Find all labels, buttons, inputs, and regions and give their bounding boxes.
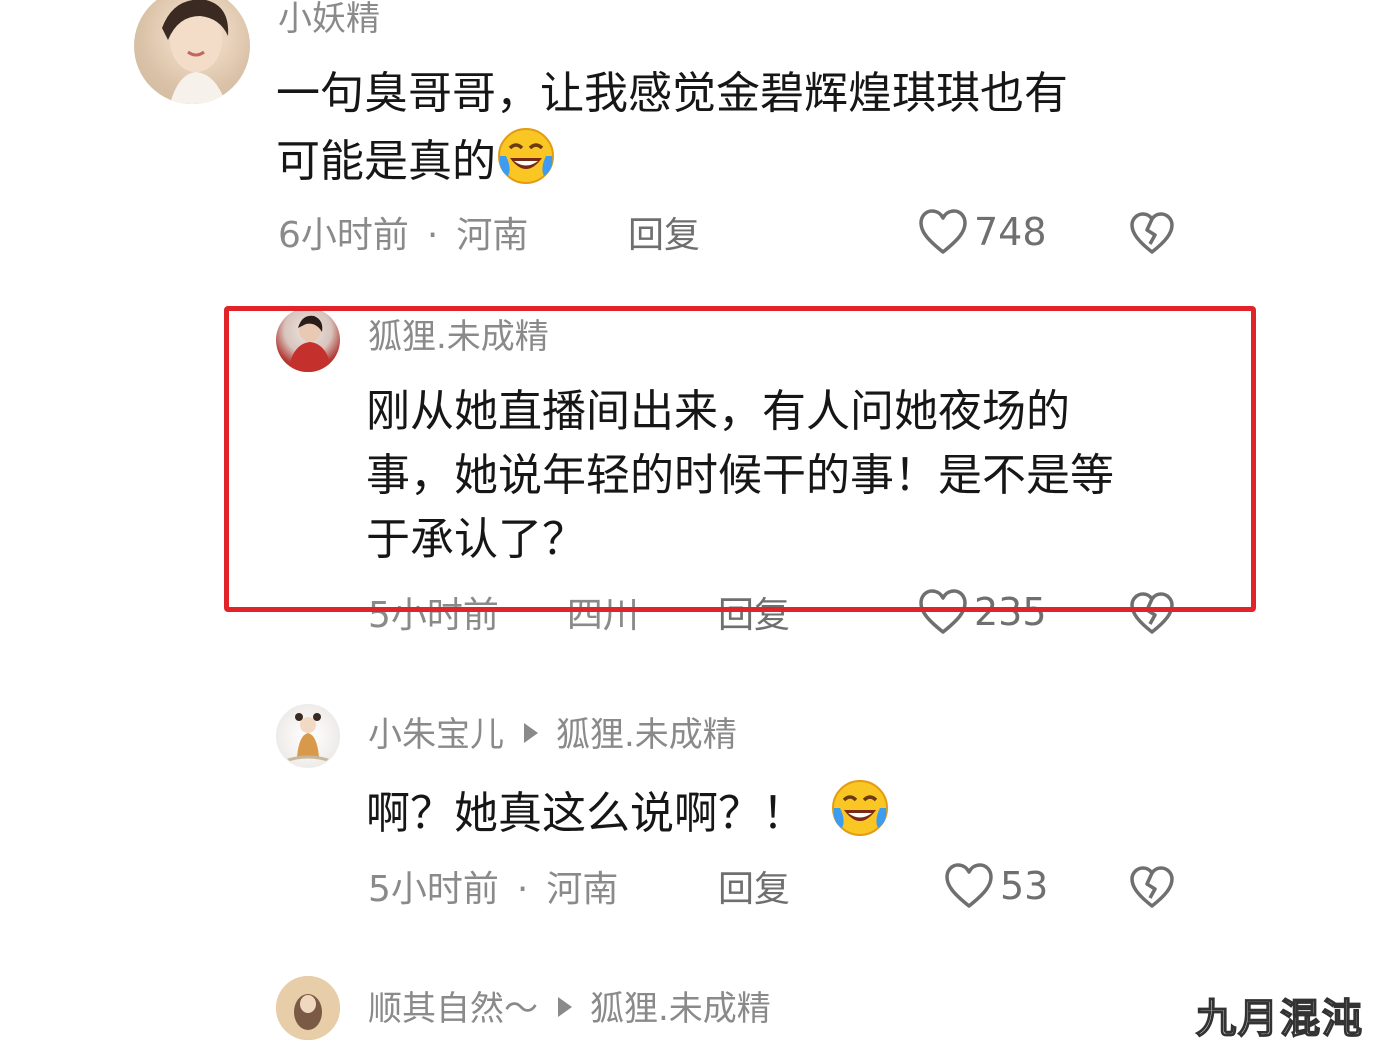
reply-button[interactable]: 回复 (718, 872, 790, 908)
broken-heart-icon[interactable] (1128, 210, 1176, 258)
comment-username-line: 顺其自然～ 狐狸.未成精 (368, 992, 771, 1026)
comment-location: 河南 (456, 215, 529, 256)
avatar-xiaoyaojing[interactable] (134, 0, 250, 104)
comment-content-text: 啊？她真这么说啊？！ (366, 788, 806, 839)
laughing-crying-emoji-icon (496, 126, 556, 186)
heart-outline-icon (919, 209, 967, 254)
comment-content: 啊？她真这么说啊？！ (366, 778, 890, 846)
comment-username-line: 小朱宝儿 狐狸.未成精 (368, 718, 737, 752)
like-button[interactable]: 53 (944, 862, 1048, 910)
comment-meta: 5小时前 · 河南 (368, 872, 618, 908)
laughing-crying-emoji-icon (830, 778, 890, 838)
comment-username[interactable]: 小妖精 (278, 2, 380, 36)
comment-content-line: 可能是真的 (276, 126, 1068, 194)
meta-separator: · (426, 215, 439, 256)
like-count: 53 (1000, 864, 1049, 908)
reply-to-username[interactable]: 狐狸.未成精 (590, 989, 771, 1029)
comment-username[interactable]: 顺其自然～ (368, 989, 538, 1029)
triangle-right-icon (558, 996, 572, 1017)
reply-to-username[interactable]: 狐狸.未成精 (556, 715, 737, 755)
comment-username[interactable]: 小朱宝儿 (368, 715, 504, 755)
reply-button[interactable]: 回复 (628, 218, 700, 254)
comment-meta: 6小时前 · 河南 (278, 218, 528, 254)
comment-content: 一句臭哥哥，让我感觉金碧辉煌琪琪也有 可能是真的 (276, 62, 1068, 194)
like-count: 748 (974, 210, 1047, 254)
avatar-shunqiziran[interactable] (276, 976, 340, 1040)
like-button[interactable]: 748 (918, 208, 1047, 256)
meta-separator: · (516, 869, 529, 910)
comment-location: 河南 (546, 869, 619, 910)
comment-time: 5小时前 (368, 869, 499, 910)
watermark: 九月混沌 (1195, 995, 1364, 1043)
avatar-xiaozhubaoer[interactable] (276, 704, 340, 768)
heart-outline-icon (945, 863, 993, 908)
comment-content-line: 一句臭哥哥，让我感觉金碧辉煌琪琪也有 (276, 68, 1068, 119)
comment-content-text: 可能是真的 (276, 136, 496, 187)
triangle-right-icon (524, 722, 538, 743)
comment-time: 6小时前 (278, 215, 409, 256)
broken-heart-icon[interactable] (1128, 864, 1176, 912)
highlight-box (224, 306, 1256, 612)
